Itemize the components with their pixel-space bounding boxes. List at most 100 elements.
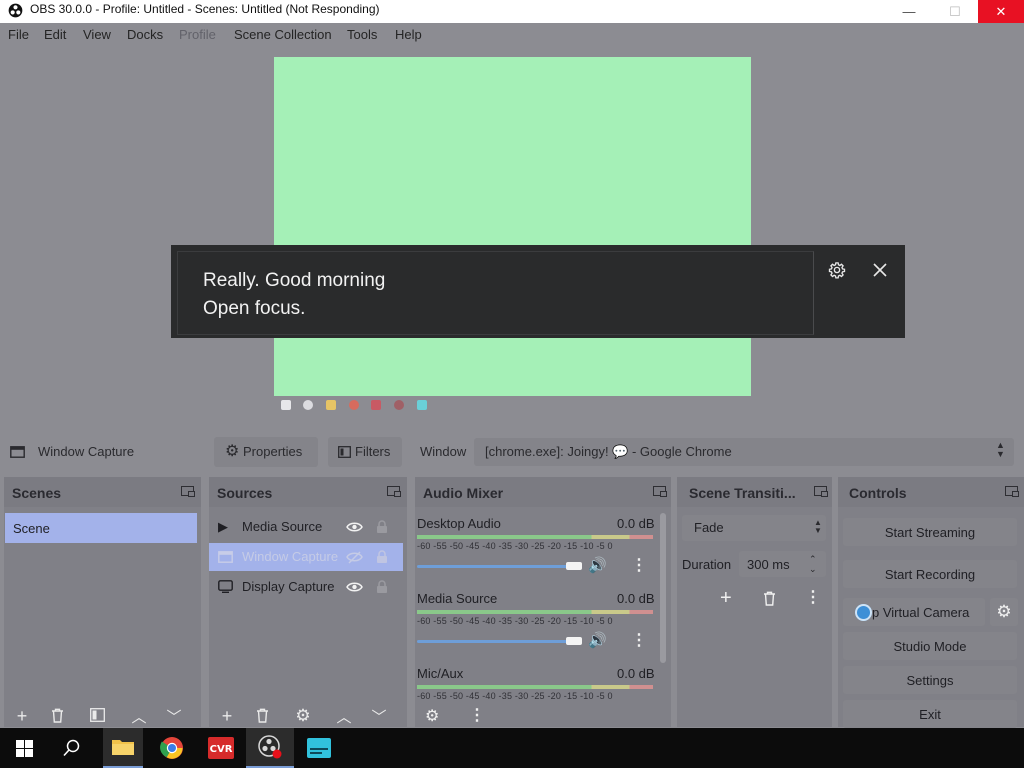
mixer-settings-gear-icon[interactable]: ⚙ xyxy=(425,706,439,726)
remove-source-trash-icon[interactable] xyxy=(256,708,269,723)
audio-mixer-title: Audio Mixer xyxy=(423,485,504,501)
audio-mixer-header: Audio Mixer xyxy=(415,477,671,507)
menu-profile[interactable]: Profile xyxy=(179,27,216,42)
channel-level: 0.0 dB xyxy=(617,666,655,681)
volume-slider[interactable] xyxy=(417,640,577,643)
taskbar-obs[interactable] xyxy=(246,728,294,768)
volume-slider-handle[interactable] xyxy=(566,562,582,570)
obs-icon xyxy=(258,735,282,759)
spin-arrows-icon[interactable]: ⌃ ⌄ xyxy=(809,554,817,574)
taskbar-app[interactable]: CVR xyxy=(197,728,245,768)
exit-button[interactable]: Exit xyxy=(843,700,1017,728)
virtual-camera-settings-gear-icon[interactable]: ⚙ xyxy=(990,598,1018,626)
volume-slider[interactable] xyxy=(417,565,577,568)
captured-taskbar-strip xyxy=(274,396,751,416)
taskbar-search-button[interactable] xyxy=(48,728,96,768)
eye-icon[interactable] xyxy=(346,521,363,533)
source-properties-gear-icon[interactable]: ⚙ xyxy=(293,706,313,726)
filters-button[interactable]: Filters xyxy=(328,437,402,467)
scene-list-item[interactable]: Scene xyxy=(5,513,197,543)
mixer-scrollbar[interactable] xyxy=(660,513,666,663)
transition-kebab-menu-icon[interactable]: ⋮ xyxy=(805,587,821,607)
lock-icon[interactable] xyxy=(376,580,388,594)
undock-icon[interactable] xyxy=(387,486,401,497)
move-scene-up-icon[interactable]: ︿ xyxy=(129,706,149,727)
window-select[interactable]: [chrome.exe]: Joingy! 💬 - Google Chrome … xyxy=(474,438,1014,466)
taskbar-app2[interactable] xyxy=(295,728,343,768)
captured-chrome-icon xyxy=(349,400,359,410)
lock-icon[interactable] xyxy=(376,550,388,564)
lock-icon[interactable] xyxy=(376,520,388,534)
settings-button[interactable]: Settings xyxy=(843,666,1017,694)
menu-help[interactable]: Help xyxy=(395,27,422,42)
menu-docks[interactable]: Docks xyxy=(127,27,163,42)
select-arrows-icon: ▲ ▼ xyxy=(996,440,1005,459)
duration-value: 300 ms xyxy=(747,557,790,572)
menu-tools[interactable]: Tools xyxy=(347,27,377,42)
window-label: Window xyxy=(420,444,467,459)
remove-scene-trash-icon[interactable] xyxy=(51,708,64,723)
transition-type-select[interactable]: Fade ▲ ▼ xyxy=(682,515,826,541)
captured-app2-icon xyxy=(417,400,427,410)
mixer-kebab-menu-icon[interactable]: ⋮ xyxy=(469,705,485,725)
properties-label: Properties xyxy=(243,444,303,459)
move-scene-down-icon[interactable]: ﹀ xyxy=(164,706,184,727)
minimize-button[interactable]: — xyxy=(886,0,932,23)
add-transition-button[interactable]: + xyxy=(720,587,732,610)
undock-icon[interactable] xyxy=(181,486,195,497)
menu-view[interactable]: View xyxy=(83,27,111,42)
trash-icon[interactable] xyxy=(763,591,776,606)
close-button[interactable]: ✕ xyxy=(978,0,1024,23)
speaker-icon[interactable]: 🔊 xyxy=(588,556,607,574)
taskbar-chrome[interactable] xyxy=(148,728,196,768)
source-row-window-capture[interactable]: Window Capture xyxy=(209,543,403,571)
preview-canvas[interactable] xyxy=(274,57,751,410)
maximize-button[interactable]: ☐ xyxy=(932,0,978,23)
transition-type-value: Fade xyxy=(694,520,724,535)
sources-title: Sources xyxy=(217,485,273,501)
undock-icon[interactable] xyxy=(653,486,667,497)
virtual-camera-button[interactable]: p Virtual Camera xyxy=(843,598,985,626)
move-source-up-icon[interactable]: ︿ xyxy=(334,706,354,727)
caption-close-icon[interactable] xyxy=(867,257,893,283)
caption-settings-gear-icon[interactable] xyxy=(824,257,850,283)
start-recording-button[interactable]: Start Recording xyxy=(843,560,1017,588)
move-source-down-icon[interactable]: ﹀ xyxy=(369,706,389,727)
audio-mixer-dock: Audio Mixer Desktop Audio 0.0 dB -60 -55… xyxy=(415,477,671,727)
source-row-media[interactable]: ▶ Media Source xyxy=(209,513,403,541)
undock-icon[interactable] xyxy=(814,486,828,497)
scene-filters-icon[interactable] xyxy=(90,708,105,722)
captured-folder-icon xyxy=(326,400,336,410)
menu-file[interactable]: File xyxy=(8,27,29,42)
red-app-icon: CVR xyxy=(208,737,234,759)
properties-button[interactable]: ⚙ Properties xyxy=(214,437,318,467)
source-row-display[interactable]: Display Capture xyxy=(209,573,403,601)
start-button[interactable] xyxy=(0,728,48,768)
eye-hidden-icon[interactable] xyxy=(346,551,363,564)
scene-transitions-dock: Scene Transiti... Fade ▲ ▼ Duration 300 m… xyxy=(677,477,832,727)
kebab-menu-icon[interactable]: ⋮ xyxy=(631,630,647,650)
kebab-menu-icon[interactable]: ⋮ xyxy=(631,555,647,575)
taskbar-file-explorer[interactable] xyxy=(103,728,143,768)
source-name: Media Source xyxy=(242,519,323,534)
select-arrows-icon: ▲ ▼ xyxy=(814,518,822,535)
eye-icon[interactable] xyxy=(346,581,363,593)
windows-taskbar: CVR xyxy=(0,728,1024,768)
menu-edit[interactable]: Edit xyxy=(44,27,66,42)
search-icon xyxy=(63,739,80,757)
duration-label: Duration xyxy=(682,557,732,572)
transitions-header: Scene Transiti... xyxy=(677,477,832,507)
volume-slider-handle[interactable] xyxy=(566,637,582,645)
captured-obs-icon xyxy=(394,400,404,410)
add-scene-button[interactable]: + xyxy=(12,706,32,727)
studio-mode-button[interactable]: Studio Mode xyxy=(843,632,1017,660)
duration-spinbox[interactable]: 300 ms ⌃ ⌄ xyxy=(739,551,826,577)
start-streaming-button[interactable]: Start Streaming xyxy=(843,518,1017,546)
teal-app-icon xyxy=(307,738,331,758)
speaker-icon[interactable]: 🔊 xyxy=(588,631,607,649)
channel-name: Mic/Aux xyxy=(417,666,464,681)
menu-scene-collection[interactable]: Scene Collection xyxy=(234,27,332,42)
add-source-button[interactable]: + xyxy=(217,706,237,727)
undock-icon[interactable] xyxy=(1005,486,1019,497)
captured-app-icon xyxy=(371,400,381,410)
